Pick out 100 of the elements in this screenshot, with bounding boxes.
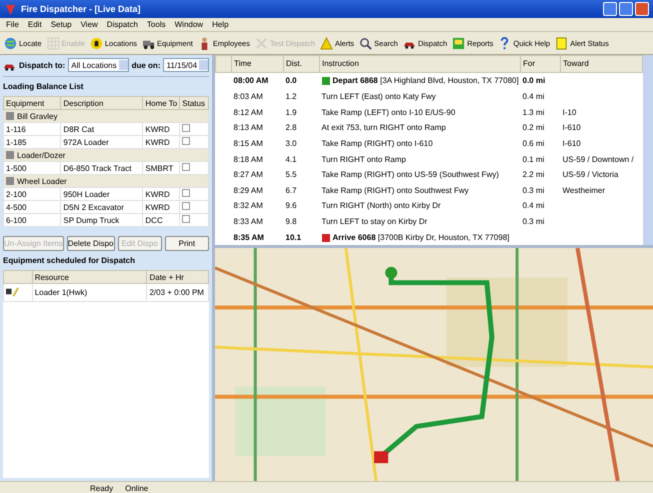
expander-icon[interactable] [6,112,14,120]
maximize-button[interactable] [619,2,633,16]
table-cell-text: 3.0 [284,138,298,150]
expander-icon[interactable] [6,151,14,160]
globe-icon [4,36,17,50]
table-cell: 4-500 [4,200,61,214]
table-cell-text: 0.2 mi [522,122,546,134]
table-cell-text: 0.6 mi [522,138,546,150]
table-cell-text: 8:33 AM [232,216,264,228]
warning-icon [320,36,333,50]
start-marker-icon [322,77,330,86]
instruction-cell-text: Turn RIGHT (North) onto Kirby Dr [320,200,442,212]
table-cell-text: 1.3 mi [522,106,546,119]
column-header[interactable]: Time [232,56,284,72]
note-icon [555,36,568,50]
scrollbar[interactable] [643,55,653,245]
table-cell: Loader 1(Hwk) [32,284,147,302]
dispatch-label: Dispatch to: [19,60,66,70]
table-cell-text: 9.6 [284,200,298,212]
action-button[interactable]: Print [164,236,209,251]
table-cell: 6-100 [4,214,61,226]
table-cell-text: I-10 [562,106,578,119]
expander-icon[interactable] [6,177,14,186]
column-header[interactable]: Description [60,96,143,110]
table-cell-text: 0.1 mi [522,154,546,166]
instruction-cell-text: Turn LEFT (East) onto Katy Fwy [320,91,437,103]
status-checkbox[interactable] [182,137,190,145]
group-row[interactable]: Loader/Dozer [4,148,208,162]
menu-item[interactable]: Edit [28,20,42,29]
table-cell-text: 8:18 AM [232,154,264,166]
date-dropdown[interactable]: 11/15/04 [163,58,210,72]
end-marker-icon [322,234,330,242]
menu-item[interactable]: Setup [50,20,72,29]
table-cell-text: 9.8 [284,216,298,228]
table-cell-text: 0.4 mi [522,91,546,103]
instruction-cell-text: Take Ramp (RIGHT) onto Southwest Fwy [320,184,470,197]
table-cell: KWRD [142,200,180,214]
group-row[interactable]: Bill Gravley [4,110,208,122]
group-row[interactable]: Wheel Loader [4,174,208,188]
status-text: Ready [90,484,114,493]
column-header[interactable]: Status [180,96,208,110]
menu-item[interactable]: Dispatch [106,20,138,29]
table-cell-text: 0.4 mi [522,200,546,212]
table-cell-text: 0.3 mi [522,216,546,228]
table-cell: D8R Cat [60,122,143,136]
column-header[interactable]: Dist. [284,56,320,72]
table-cell: 950H Loader [60,188,143,200]
menu-item[interactable]: Help [212,20,229,29]
grid-icon [46,36,60,50]
column-header[interactable]: Resource [32,270,147,284]
table-cell: DCC [142,214,180,226]
table-cell-text: 5.5 [284,169,298,182]
table-cell-text: 1.2 [284,91,298,103]
table-cell: 0.0 mi [520,72,560,89]
instruction-cell-text: At exit 753, turn RIGHT onto Ramp [320,122,447,134]
status-checkbox[interactable] [182,202,190,210]
table-cell: SP Dump Truck [60,214,143,226]
app-icon [4,2,17,16]
table-cell-text: 4.1 [284,154,298,166]
table-cell-text: 2.8 [284,122,298,134]
instruction-cell-text: Turn LEFT to stay on Kirby Dr [320,216,428,228]
table-cell-text: 8:29 AM [232,184,264,197]
chart-icon [452,36,466,50]
section-title: Loading Balance List [3,81,84,93]
column-header[interactable]: For [520,56,560,72]
instruction-cell-text: Take Ramp (RIGHT) onto US-59 (Southwest Fwy) [320,169,500,182]
table-cell-text: Westheimer [562,184,606,197]
table-cell-text: 2.2 mi [522,169,546,182]
column-header[interactable]: Toward [560,56,642,72]
menu-item[interactable]: Window [174,20,204,29]
table-cell: KWRD [142,188,180,200]
location-dropdown[interactable]: All Locations [68,58,129,72]
table-cell-text: 10.1 [284,232,302,244]
close-button[interactable] [635,2,649,16]
table-cell-text: I-610 [562,138,582,150]
status-checkbox[interactable] [182,189,190,197]
column-header[interactable]: Home To [142,96,180,110]
menu-item[interactable]: View [80,20,98,29]
cross-icon [254,36,268,50]
table-cell: 2-100 [4,188,61,200]
table-cell-text: 6.7 [284,184,298,197]
action-button[interactable]: Delete Dispo [66,236,114,251]
instruction-cell-text: Take Ramp (RIGHT) onto I-610 [320,138,434,150]
column-header[interactable]: Date + Hr [146,270,208,284]
status-text: Online [125,484,148,493]
menu-item[interactable]: File [6,20,19,29]
minimize-button[interactable] [603,2,617,16]
table-cell: 2/03 + 0:00 PM [146,284,208,302]
column-header[interactable]: Equipment [4,96,61,110]
table-cell: D5N 2 Excavator [60,200,143,214]
status-checkbox[interactable] [182,124,190,132]
column-header[interactable]: Instruction [320,56,520,72]
table-cell-text: US-59 / Downtown / [562,154,635,166]
table-cell-text: 8:15 AM [232,138,264,150]
menu-item[interactable]: Tools [146,20,166,29]
instruction-cell: Depart 6868 [3A Highland Blvd, Houston, TX 77080] [320,72,520,89]
status-checkbox[interactable] [182,163,190,171]
status-checkbox[interactable] [182,215,190,223]
table-cell-text: 8:12 AM [232,106,264,119]
table-cell: 08:00 AM [232,72,284,89]
